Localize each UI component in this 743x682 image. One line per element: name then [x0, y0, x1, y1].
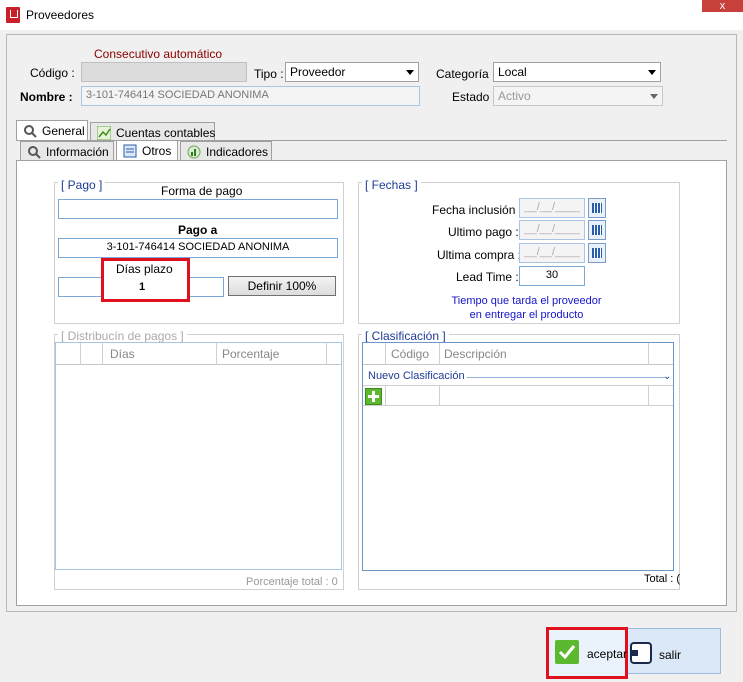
lead-time-label: Lead Time : — [456, 270, 519, 284]
fechas-group-title: [ Fechas ] — [362, 178, 421, 192]
pago-group-title: [ Pago ] — [58, 178, 106, 192]
nombre-field[interactable]: 3-101-746414 SOCIEDAD ANONIMA — [81, 86, 420, 106]
add-icon[interactable] — [365, 388, 382, 405]
chevron-down-icon — [650, 94, 658, 99]
tipo-select[interactable]: Proveedor — [285, 62, 419, 82]
calendar-icon[interactable] — [588, 243, 606, 263]
grid-header: Días Porcentaje — [56, 343, 341, 365]
accept-button[interactable]: aceptar — [546, 627, 628, 679]
tab-general[interactable]: General — [16, 120, 88, 142]
tab-indicadores-label: Indicadores — [206, 145, 269, 159]
col-separator — [439, 343, 440, 365]
definir-100-button[interactable]: Definir 100% — [228, 276, 336, 296]
distribucion-grid[interactable]: Días Porcentaje — [55, 342, 342, 570]
fecha-inclusion-label: Fecha inclusión : — [432, 203, 523, 217]
forma-pago-field[interactable] — [58, 199, 338, 219]
tab-otros-label: Otros — [142, 144, 172, 158]
lead-note-line2: en entregar el producto — [469, 309, 584, 321]
pago-a-label: Pago a — [178, 223, 218, 237]
title-bar — [0, 0, 743, 30]
dias-plazo-field[interactable]: 1 — [104, 281, 180, 293]
col-separator — [385, 343, 386, 365]
col-separator — [648, 386, 649, 406]
forma-pago-label: Forma de pago — [161, 184, 243, 198]
ultimo-pago-label: Ultimo pago : — [448, 225, 519, 239]
col-separator — [326, 343, 327, 365]
calendar-icon[interactable] — [588, 220, 606, 240]
search-icon — [27, 145, 41, 159]
col-separator — [439, 386, 440, 406]
tab-general-label: General — [42, 124, 85, 138]
ultima-compra-label: Ultima compra : — [437, 248, 522, 262]
tab-informacion[interactable]: Información — [20, 141, 114, 161]
chevron-down-icon — [406, 70, 414, 75]
app-icon — [6, 7, 20, 23]
accept-label: aceptar — [587, 647, 628, 661]
document-icon — [123, 144, 137, 158]
grid-header: Código Descripción — [363, 343, 673, 365]
lead-time-field[interactable]: 30 — [519, 266, 585, 286]
search-icon — [23, 124, 37, 138]
clasificacion-total: Total : ( — [644, 573, 681, 585]
estado-select[interactable]: Activo — [493, 86, 663, 106]
calendar-icon[interactable] — [588, 198, 606, 218]
estado-label: Estado : — [452, 90, 497, 104]
new-row — [363, 385, 673, 406]
col-separator — [102, 343, 103, 365]
estado-value: Activo — [498, 89, 531, 103]
distribucion-group-title: [ Distribucín de pagos ] — [58, 329, 187, 343]
codigo-label: Código : — [30, 66, 75, 80]
col-separator — [648, 343, 649, 365]
chevron-down-icon[interactable]: ⌄ — [663, 371, 671, 382]
tipo-label: Tipo : — [254, 67, 284, 81]
exit-button[interactable]: salir — [630, 638, 716, 670]
chart-icon — [96, 125, 112, 141]
window-title: Proveedores — [26, 8, 95, 22]
col-separator — [80, 343, 81, 365]
tab-informacion-label: Información — [46, 145, 109, 159]
categoria-value: Local — [498, 65, 527, 79]
col-codigo[interactable]: Código — [391, 347, 429, 361]
porcentaje-total: Porcentaje total : 0 — [246, 576, 338, 588]
close-button[interactable]: x — [702, 0, 743, 12]
tab-indicadores[interactable]: Indicadores — [180, 141, 272, 161]
codigo-field[interactable] — [81, 62, 247, 82]
lead-note-line1: Tiempo que tarda el proveedor — [451, 295, 602, 307]
tab-cuentas-label: Cuentas contables — [116, 126, 216, 140]
fecha-inclusion-field[interactable]: __/__/____ — [519, 198, 585, 218]
consecutivo-note: Consecutivo automático — [94, 47, 223, 61]
chevron-down-icon — [648, 70, 656, 75]
col-descripcion[interactable]: Descripción — [444, 347, 507, 361]
ultimo-pago-field[interactable]: __/__/____ — [519, 220, 585, 240]
ultima-compra-field[interactable]: __/__/____ — [519, 243, 585, 263]
col-porcentaje[interactable]: Porcentaje — [222, 347, 279, 361]
pago-a-field[interactable]: 3-101-746414 SOCIEDAD ANONIMA — [58, 238, 338, 258]
dias-plazo-label: Días plazo — [116, 262, 173, 276]
col-separator — [216, 343, 217, 365]
categoria-select[interactable]: Local — [493, 62, 661, 82]
checkmark-icon — [555, 640, 579, 664]
clasificacion-grid[interactable]: Código Descripción Nuevo Clasificación ⌄ — [362, 342, 674, 571]
categoria-label: Categoría : — [436, 67, 496, 81]
col-separator — [385, 386, 386, 406]
nuevo-clasificacion-row[interactable]: Nuevo Clasificación — [368, 370, 465, 382]
col-dias[interactable]: Días — [110, 347, 135, 361]
new-row-divider — [467, 377, 665, 378]
nombre-label: Nombre : — [20, 90, 73, 104]
clasificacion-group-title: [ Clasificación ] — [362, 329, 449, 343]
exit-icon — [630, 642, 652, 664]
tab-cuentas-contables[interactable]: Cuentas contables — [90, 122, 215, 142]
exit-label: salir — [659, 648, 682, 662]
tab-otros[interactable]: Otros — [116, 140, 178, 162]
tipo-value: Proveedor — [290, 65, 346, 79]
bar-chart-icon — [187, 145, 201, 159]
